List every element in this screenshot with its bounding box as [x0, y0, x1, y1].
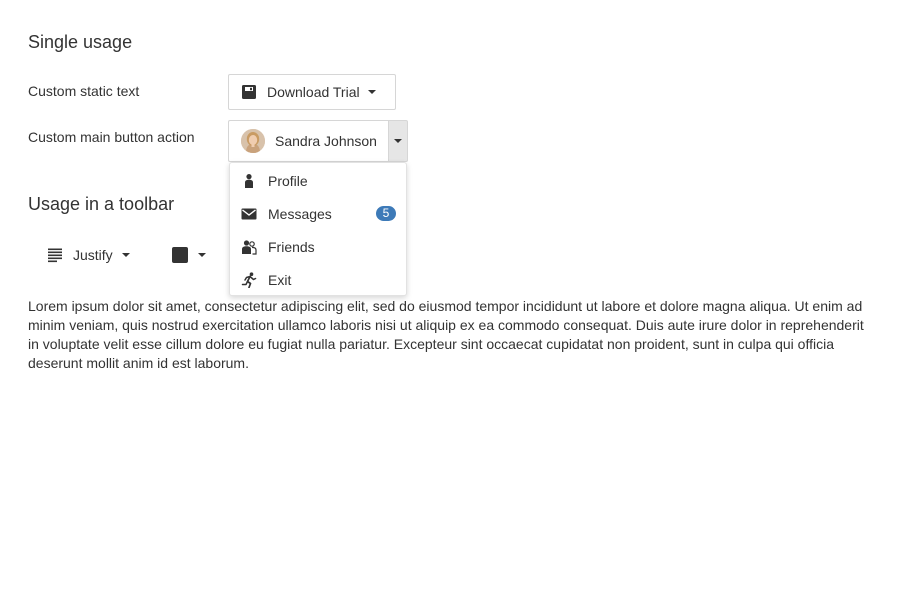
color-picker-dropdown[interactable] [172, 244, 206, 266]
user-dropdown-popup: Profile Messages 5 Friends Exit [229, 162, 407, 296]
align-justify-label: Justify [73, 247, 113, 263]
menu-item-profile[interactable]: Profile [230, 164, 406, 197]
lorem-paragraph: Lorem ipsum dolor sit amet, consectetur … [28, 298, 864, 371]
chevron-down-icon [121, 253, 130, 257]
align-justify-icon [47, 247, 63, 263]
menu-item-exit[interactable]: Exit [230, 263, 406, 296]
menu-item-messages[interactable]: Messages 5 [230, 197, 406, 230]
envelope-icon [241, 206, 257, 222]
chevron-down-icon [367, 90, 376, 94]
user-name-label: Sandra Johnson [275, 133, 377, 149]
user-split-button-main[interactable]: Sandra Johnson [228, 120, 389, 162]
users-icon [241, 239, 257, 255]
section-title-single-usage: Single usage [28, 32, 133, 52]
color-swatch-icon [172, 247, 188, 263]
user-split-button-arrow[interactable] [388, 120, 408, 162]
chevron-down-icon [198, 253, 206, 257]
user-icon [241, 173, 257, 189]
running-icon [241, 271, 257, 288]
menu-item-label: Exit [268, 271, 292, 288]
download-trial-button[interactable]: Download Trial [228, 74, 396, 110]
download-trial-label: Download Trial [267, 84, 360, 100]
align-justify-dropdown[interactable]: Justify [47, 244, 130, 266]
label-custom-main-button-action: Custom main button action [28, 129, 195, 145]
menu-item-label: Messages [268, 205, 332, 222]
chevron-down-icon [394, 139, 402, 143]
section-title-toolbar: Usage in a toolbar [28, 194, 175, 214]
messages-count-badge: 5 [376, 206, 396, 221]
menu-item-friends[interactable]: Friends [230, 230, 406, 263]
menu-item-label: Profile [268, 172, 308, 189]
save-icon [241, 84, 257, 100]
page: Single usage Custom static text Download… [0, 0, 900, 600]
menu-item-label: Friends [268, 238, 315, 255]
avatar [241, 129, 265, 153]
label-custom-static-text: Custom static text [28, 83, 140, 99]
